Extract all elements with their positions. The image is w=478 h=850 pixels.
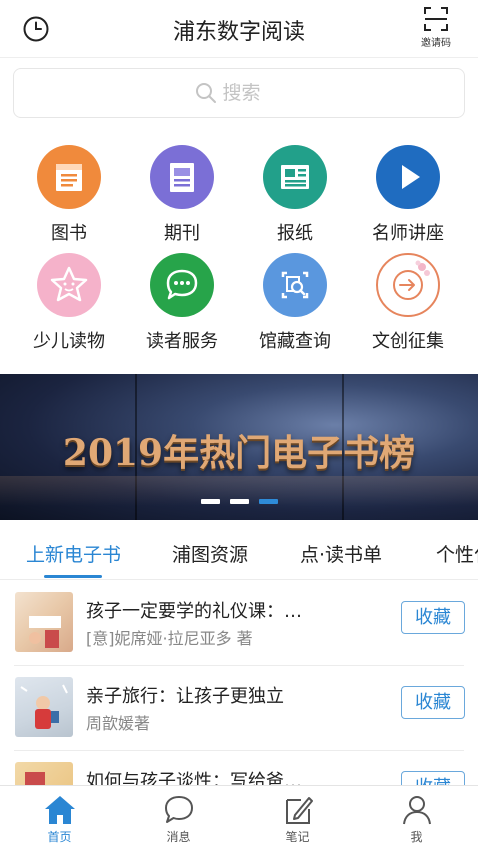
category-catalog-search[interactable]: 馆藏查询 (240, 253, 350, 353)
nav-label: 笔记 (285, 830, 310, 844)
tab-reading-list[interactable]: 点·读书单 (300, 540, 382, 567)
top-bar: 浦东数字阅读 邀请码 (0, 0, 478, 58)
promo-banner[interactable]: 2019年热门电子书榜 (0, 374, 478, 520)
category-label: 少儿读物 (33, 331, 105, 352)
book-author: [意]妮席娅·拉尼亚多 著 (86, 629, 253, 648)
search-frame-icon (263, 253, 327, 317)
invite-code-button[interactable]: 邀请码 (408, 6, 464, 49)
category-label: 馆藏查询 (259, 331, 331, 352)
category-label: 期刊 (164, 223, 200, 244)
book-cover (15, 592, 73, 652)
search-bar[interactable] (13, 68, 465, 118)
category-label: 读者服务 (146, 331, 218, 352)
favorite-button[interactable]: 收藏 (401, 601, 465, 634)
banner-pagination (0, 499, 478, 504)
category-creative[interactable]: 文创征集 (353, 253, 463, 353)
magazine-icon (150, 145, 214, 209)
nav-notes[interactable]: 笔记 (238, 786, 357, 850)
nav-label: 首页 (47, 830, 72, 844)
ebook-list: 孩子一定要学的礼仪课：… [意]妮席娅·拉尼亚多 著 收藏 亲子旅行：让孩子更独… (0, 581, 478, 785)
book-title: 亲子旅行：让孩子更独立 (86, 686, 284, 707)
category-label: 文创征集 (372, 331, 444, 352)
tab-personalized[interactable]: 个性化 (436, 540, 478, 567)
list-item[interactable]: 孩子一定要学的礼仪课：… [意]妮席娅·拉尼亚多 著 收藏 (0, 581, 478, 666)
nav-label: 消息 (166, 830, 191, 844)
pagination-dot-active[interactable] (258, 499, 278, 504)
scan-icon (424, 7, 448, 31)
book-cover (15, 677, 73, 737)
tab-new-ebooks[interactable]: 上新电子书 (26, 540, 121, 567)
category-newspapers[interactable]: 报纸 (240, 145, 350, 245)
nav-me[interactable]: 我 (357, 786, 476, 850)
banner-headline: 2019年热门电子书榜 (62, 432, 416, 474)
pagination-dot[interactable] (229, 499, 249, 504)
favorite-button[interactable]: 收藏 (401, 771, 465, 785)
home-icon (44, 796, 75, 824)
invite-code-label: 邀请码 (421, 38, 451, 49)
category-magazines[interactable]: 期刊 (127, 145, 237, 245)
book-title: 如何与孩子谈性：写给爸… (86, 771, 302, 785)
category-lectures[interactable]: 名师讲座 (353, 145, 463, 245)
category-label: 图书 (51, 223, 87, 244)
favorite-button[interactable]: 收藏 (401, 686, 465, 719)
play-icon (376, 145, 440, 209)
active-tab-indicator (44, 575, 102, 578)
book-icon (37, 145, 101, 209)
pagination-dot[interactable] (200, 499, 220, 504)
user-icon (402, 796, 431, 825)
category-books[interactable]: 图书 (14, 145, 124, 245)
book-author: 周歆媛著 (86, 714, 151, 733)
search-input[interactable] (222, 82, 283, 104)
bottom-nav: 首页 消息 笔记 我 (0, 785, 478, 850)
nav-label: 我 (410, 830, 423, 844)
enter-arrow-icon (376, 253, 440, 317)
app-screen: 浦东数字阅读 邀请码 搜索 图书 期刊 报纸 名师讲座 少儿读物 读者服务 馆藏… (0, 0, 478, 850)
category-kids[interactable]: 少儿读物 (14, 253, 124, 353)
nav-home[interactable]: 首页 (0, 786, 119, 850)
page-title: 浦东数字阅读 (172, 20, 305, 45)
list-item[interactable]: 亲子旅行：让孩子更独立 周歆媛著 收藏 (0, 666, 478, 751)
message-icon (164, 796, 193, 823)
list-item[interactable]: 如何与孩子谈性：写给爸… 收藏 (0, 751, 478, 785)
nav-messages[interactable]: 消息 (119, 786, 238, 850)
tab-library-resources[interactable]: 浦图资源 (172, 540, 248, 567)
star-face-icon (37, 253, 101, 317)
category-label: 报纸 (277, 223, 313, 244)
search-icon (196, 83, 217, 103)
note-icon (285, 797, 313, 824)
book-cover (15, 762, 73, 785)
book-title: 孩子一定要学的礼仪课：… (86, 601, 302, 622)
newspaper-icon (263, 145, 327, 209)
chat-icon (150, 253, 214, 317)
category-label: 名师讲座 (372, 223, 444, 244)
content-tabs: 上新电子书 浦图资源 点·读书单 个性化 (0, 520, 478, 580)
category-reader-service[interactable]: 读者服务 (127, 253, 237, 353)
